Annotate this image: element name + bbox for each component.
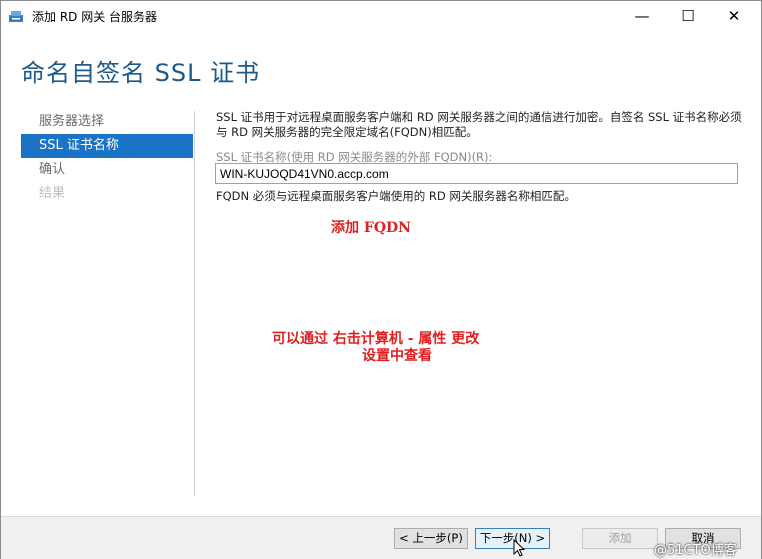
server-manager-icon [9, 11, 23, 22]
cert-name-input[interactable] [215, 163, 738, 184]
description-text: SSL 证书用于对远程桌面服务客户端和 RD 网关服务器之间的通信进行加密。自签… [216, 110, 742, 139]
nav-divider [194, 111, 195, 496]
dialog-window: 添加 RD 网关 台服务器 — ☐ ✕ 命名自签名 SSL 证书 服务器选择 S… [0, 0, 762, 559]
nav-item-confirm[interactable]: 确认 [21, 158, 193, 182]
nav-item-results: 结果 [39, 186, 66, 201]
previous-button[interactable]: < 上一步(P) [394, 528, 468, 549]
wizard-nav: 服务器选择 SSL 证书名称 确认 结果 [21, 110, 193, 206]
annotation-line-2: 设置中查看 [362, 348, 432, 364]
watermark-text: @51CTO博客 [654, 543, 737, 558]
maximize-button[interactable]: ☐ [665, 1, 711, 31]
page-title: 命名自签名 SSL 证书 [21, 59, 261, 87]
window-title: 添加 RD 网关 台服务器 [32, 10, 158, 24]
minimize-button[interactable]: — [619, 1, 665, 31]
nav-item-server-selection[interactable]: 服务器选择 [21, 110, 193, 134]
annotation-add-fqdn: 添加 FQDN [331, 220, 411, 236]
title-bar[interactable]: 添加 RD 网关 台服务器 — ☐ ✕ [1, 1, 761, 31]
footer-bar: < 上一步(P) 下一步(N) > 添加 取消 [1, 516, 761, 559]
fqdn-hint: FQDN 必须与远程桌面服务客户端使用的 RD 网关服务器名称相匹配。 [216, 189, 576, 203]
close-button[interactable]: ✕ [711, 1, 757, 31]
add-button: 添加 [582, 528, 658, 549]
nav-item-ssl-cert-name[interactable]: SSL 证书名称 [21, 134, 193, 158]
mouse-cursor-icon [513, 539, 525, 557]
